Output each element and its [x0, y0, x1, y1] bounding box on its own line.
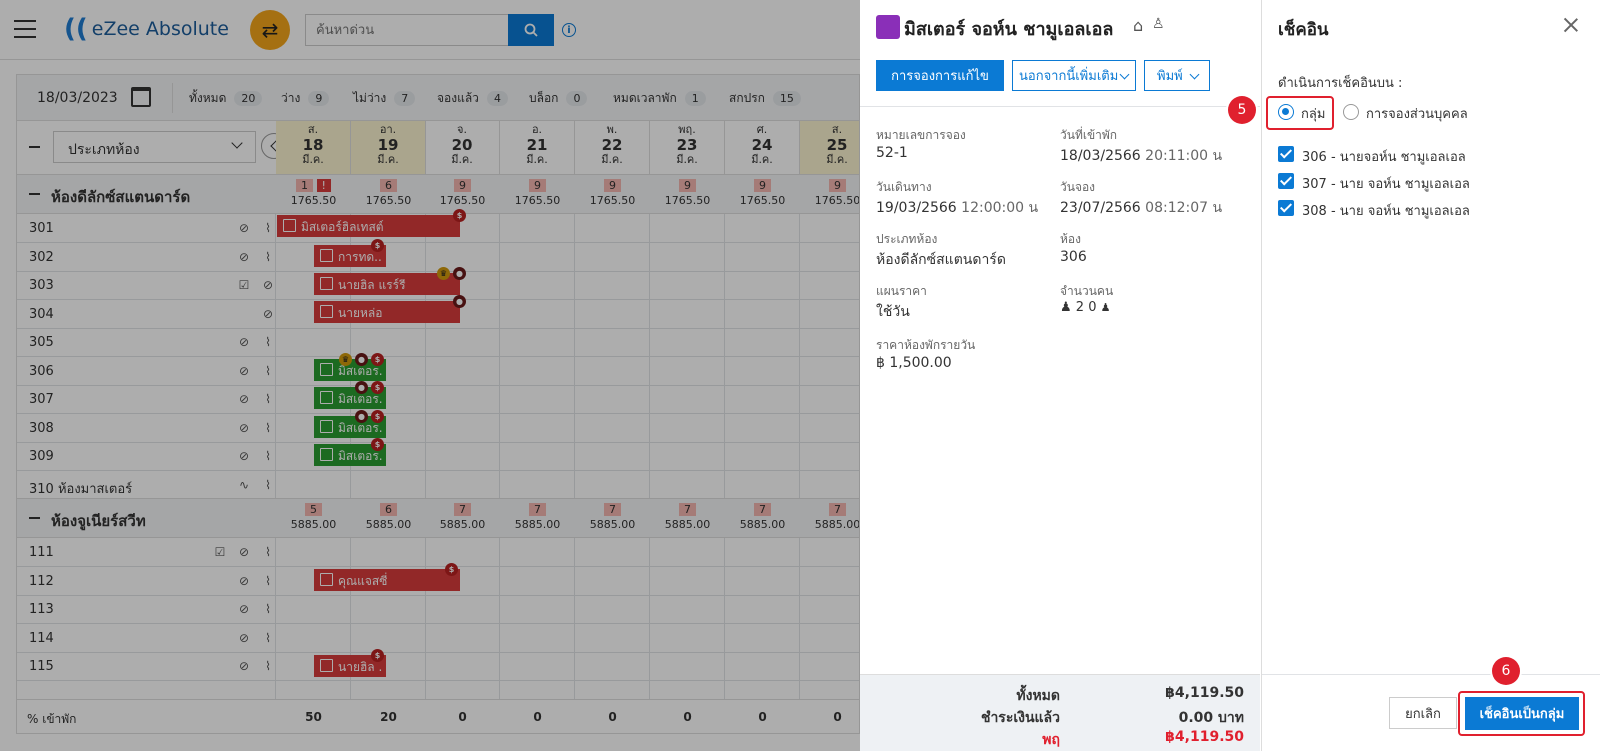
room-option-label[interactable]: 306 - นายจอห์น ชามูเอลเอล — [1302, 146, 1466, 167]
paid-value: 0.00 บาท — [1178, 710, 1244, 726]
child-count: 0 — [1088, 300, 1097, 315]
step-6-marker: 6 — [1492, 657, 1520, 685]
room-type-value: ห้องดีลักซ์สแตนดาร์ด — [876, 252, 1006, 268]
more-dropdown-button[interactable]: นอกจากนี้เพิ่มเติม — [1012, 60, 1136, 91]
child-icon: ♟ — [1100, 301, 1111, 314]
chevron-down-icon — [1119, 69, 1130, 80]
field-label: ราคาห้องพักรายวัน — [876, 338, 976, 352]
time-value: 20:11:00 น — [1145, 148, 1223, 164]
field-label: ห้อง — [1060, 232, 1081, 246]
pax-value: ♟ 2 0 ♟ — [1060, 300, 1111, 315]
close-icon[interactable] — [1562, 16, 1580, 34]
field-label: หมายเลขการจอง — [876, 128, 966, 142]
radio-group[interactable] — [1278, 104, 1294, 120]
radio-individual[interactable] — [1343, 104, 1359, 120]
print-dropdown-button[interactable]: พิมพ์ — [1144, 60, 1210, 91]
step-5-marker: 5 — [1228, 96, 1256, 124]
reservation-number: 52-1 — [876, 145, 908, 161]
adult-icon: ♟ — [1060, 300, 1072, 315]
panel-title: เช็คอิน — [1278, 20, 1329, 40]
booking-date: 23/07/2566 08:12:07 น — [1060, 197, 1222, 219]
date-value: 18/03/2566 — [1060, 148, 1141, 164]
room-checkbox[interactable] — [1278, 173, 1294, 189]
field-label: จำนวนคน — [1060, 284, 1114, 298]
field-label: วันที่เข้าพัก — [1060, 128, 1118, 142]
date-value: 23/07/2566 — [1060, 200, 1141, 216]
cancel-button[interactable]: ยกเลิก — [1389, 697, 1457, 729]
more-label: นอกจากนี้เพิ่มเติม — [1019, 69, 1119, 84]
room-checkbox[interactable] — [1278, 146, 1294, 162]
chevron-down-icon — [1189, 69, 1200, 80]
balance-value: ฿4,119.50 — [1165, 729, 1244, 745]
daily-rate-value: ฿ 1,500.00 — [876, 355, 952, 371]
room-option-label[interactable]: 307 - นาย จอห์น ชามูเอลเอล — [1302, 173, 1470, 194]
field-label: แผนราคา — [876, 284, 927, 298]
total-value: ฿4,119.50 — [1165, 685, 1244, 701]
total-label: ทั้งหมด — [1016, 688, 1060, 704]
radio-group-label[interactable]: กลุ่ม — [1301, 103, 1325, 124]
divider — [860, 106, 1260, 107]
field-label: วันจอง — [1060, 180, 1096, 194]
house-icon[interactable]: ⌂ — [1133, 16, 1143, 35]
edit-reservation-button[interactable]: การจองการแก้ไข — [876, 60, 1004, 91]
field-label: ประเภทห้อง — [876, 232, 938, 246]
room-option-label[interactable]: 308 - นาย จอห์น ชามูเอลเอล — [1302, 200, 1470, 221]
room-checkbox[interactable] — [1278, 200, 1294, 216]
totals-footer: ทั้งหมด ฿4,119.50 ชำระเงินแล้ว 0.00 บาท … — [860, 674, 1260, 751]
hotel-icon — [876, 15, 900, 39]
field-label: วันเดินทาง — [876, 180, 932, 194]
print-label: พิมพ์ — [1157, 69, 1183, 84]
arrival-date: 18/03/2566 20:11:00 น — [1060, 145, 1222, 167]
perform-label: ดำเนินการเช็คอินบน : — [1278, 76, 1403, 91]
date-value: 19/03/2566 — [876, 200, 957, 216]
time-value: 08:12:07 น — [1145, 200, 1223, 216]
time-value: 12:00:00 น — [961, 200, 1039, 216]
departure-date: 19/03/2566 12:00:00 น — [876, 197, 1038, 219]
guest-icon[interactable]: ♙ — [1152, 16, 1165, 32]
paid-label: ชำระเงินแล้ว — [980, 710, 1060, 726]
adult-count: 2 — [1075, 300, 1085, 315]
balance-label: พฤ — [1042, 732, 1060, 748]
room-value: 306 — [1060, 249, 1087, 265]
guest-name-title: มิสเตอร์ จอห์น ชามูเอลเอล — [904, 19, 1114, 40]
reservation-drawer: มิสเตอร์ จอห์น ชามูเอลเอล ⌂ ♙ การจองการแ… — [860, 0, 1260, 751]
divider — [1262, 674, 1600, 675]
checkin-panel: เช็คอิน ดำเนินการเช็คอินบน : กลุ่ม การจอ… — [1228, 0, 1600, 751]
radio-individual-label[interactable]: การจองส่วนบุคคล — [1366, 103, 1468, 124]
group-checkin-button[interactable]: เช็คอินเป็นกลุ่ม — [1465, 697, 1579, 730]
rate-plan-value: ใช้วัน — [876, 304, 910, 320]
modal-overlay[interactable] — [0, 0, 860, 751]
